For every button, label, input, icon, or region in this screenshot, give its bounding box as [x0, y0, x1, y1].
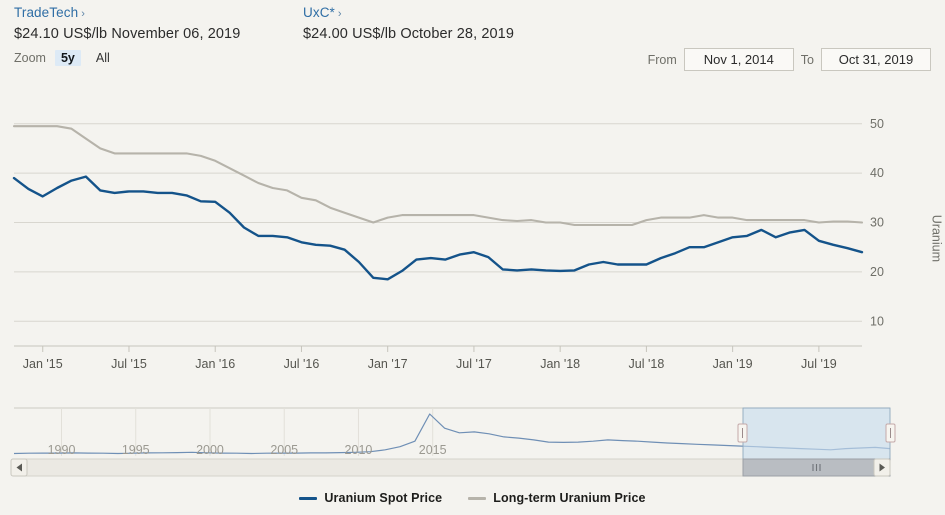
navigator-svg: 1990 1995 2000 2005 2010 2015: [0, 392, 945, 482]
navigator-gridlines: [62, 408, 433, 456]
zoom-control-group: Zoom 5y All: [14, 50, 116, 66]
legend-item-longterm[interactable]: Long-term Uranium Price: [468, 491, 645, 505]
navigator-handle-right[interactable]: [886, 424, 895, 442]
zoom-button-5y[interactable]: 5y: [55, 50, 81, 66]
x-tick-label: Jan '15: [23, 357, 63, 371]
y-tick-20: 20: [870, 265, 884, 279]
x-tick-label: Jan '16: [195, 357, 235, 371]
navigator-tick-label: 2015: [419, 443, 447, 457]
source-link-uxc[interactable]: UxC*›: [303, 4, 514, 22]
x-axis-ticks: [43, 346, 819, 352]
x-tick-label: Jan '19: [713, 357, 753, 371]
y-axis-tick-labels: 10 20 30 40 50: [870, 117, 884, 329]
x-tick-label: Jul '15: [111, 357, 147, 371]
main-plot-area[interactable]: 1020304050 Jan '15Jul '15Jan '16Jul '16J…: [0, 84, 945, 384]
navigator-scrollbar-thumb[interactable]: [743, 459, 890, 476]
navigator-tick-label: 2000: [196, 443, 224, 457]
main-chart-svg: 1020304050 Jan '15Jul '15Jan '16Jul '16J…: [0, 84, 945, 384]
navigator-tick-label: 1990: [48, 443, 76, 457]
legend-swatch-longterm: [468, 497, 486, 500]
legend-item-spot[interactable]: Uranium Spot Price: [299, 491, 442, 505]
gridlines: [14, 124, 862, 346]
y-tick-10: 10: [870, 314, 884, 328]
navigator-selection-region[interactable]: [743, 408, 890, 459]
x-tick-label: Jan '18: [540, 357, 580, 371]
source-name-tradetech: TradeTech: [14, 5, 78, 20]
source-price-tradetech: $24.10 US$/lb November 06, 2019: [14, 26, 240, 42]
y-tick-40: 40: [870, 166, 884, 180]
x-tick-label: Jul '19: [801, 357, 837, 371]
series-line-long-term-uranium-price: [14, 126, 862, 225]
navigator-tick-label: 2010: [345, 443, 373, 457]
navigator[interactable]: 1990 1995 2000 2005 2010 2015: [0, 392, 945, 482]
chevron-right-icon: ›: [81, 8, 85, 20]
zoom-label: Zoom: [14, 51, 46, 65]
chart-legend: Uranium Spot Price Long-term Uranium Pri…: [0, 491, 945, 505]
source-price-uxc: $24.00 US$/lb October 28, 2019: [303, 26, 514, 42]
legend-label-longterm: Long-term Uranium Price: [493, 491, 645, 505]
y-tick-30: 30: [870, 216, 884, 230]
range-from-label: From: [648, 53, 677, 67]
range-to-label: To: [801, 53, 814, 67]
x-tick-label: Jan '17: [368, 357, 408, 371]
chevron-right-icon: ›: [338, 8, 342, 20]
x-tick-label: Jul '18: [629, 357, 665, 371]
scroll-left-button[interactable]: [11, 459, 27, 476]
x-axis-tick-labels: Jan '15 Jul '15 Jan '16 Jul '16 Jan '17 Jul '…: [23, 357, 837, 371]
y-tick-50: 50: [870, 117, 884, 131]
uranium-price-chart-widget: TradeTech› $24.10 US$/lb November 06, 20…: [0, 0, 945, 515]
navigator-tick-label: 2005: [270, 443, 298, 457]
x-tick-label: Jul '17: [456, 357, 492, 371]
navigator-handle-left[interactable]: [738, 424, 747, 442]
legend-swatch-spot: [299, 497, 317, 500]
scroll-right-button[interactable]: [874, 459, 890, 476]
price-source-uxc: UxC*› $24.00 US$/lb October 28, 2019: [303, 4, 514, 42]
chart-header: TradeTech› $24.10 US$/lb November 06, 20…: [0, 0, 945, 46]
zoom-button-all[interactable]: All: [90, 50, 116, 66]
range-from-input[interactable]: Nov 1, 2014: [684, 48, 794, 71]
x-tick-label: Jul '16: [284, 357, 320, 371]
price-source-tradetech: TradeTech› $24.10 US$/lb November 06, 20…: [14, 4, 240, 42]
y-axis-title: Uranium: [929, 215, 943, 262]
range-to-input[interactable]: Oct 31, 2019: [821, 48, 931, 71]
source-name-uxc: UxC*: [303, 5, 335, 20]
legend-label-spot: Uranium Spot Price: [324, 491, 442, 505]
source-link-tradetech[interactable]: TradeTech›: [14, 4, 240, 22]
date-range-control: From Nov 1, 2014 To Oct 31, 2019: [648, 48, 931, 71]
series-line-uranium-spot-price: [14, 177, 862, 280]
navigator-tick-label: 1995: [122, 443, 150, 457]
